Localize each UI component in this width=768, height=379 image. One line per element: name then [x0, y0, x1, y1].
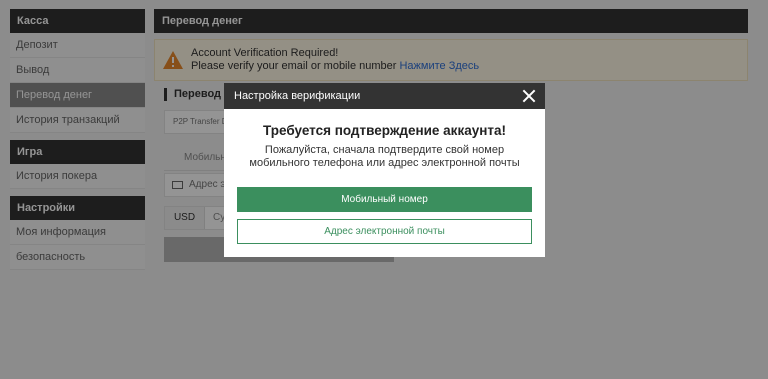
modal-heading: Требуется подтверждение аккаунта!	[263, 123, 506, 138]
modal-header: Настройка верификации	[224, 83, 545, 109]
mobile-number-button[interactable]: Мобильный номер	[237, 187, 532, 212]
modal-description: Пожалуйста, сначала подтвердите свой ном…	[249, 144, 520, 169]
email-address-button[interactable]: Адрес электронной почты	[237, 219, 532, 244]
close-icon[interactable]	[522, 89, 536, 103]
verification-modal: Настройка верификации Требуется подтверж…	[224, 83, 545, 257]
modal-title: Настройка верификации	[234, 90, 361, 102]
